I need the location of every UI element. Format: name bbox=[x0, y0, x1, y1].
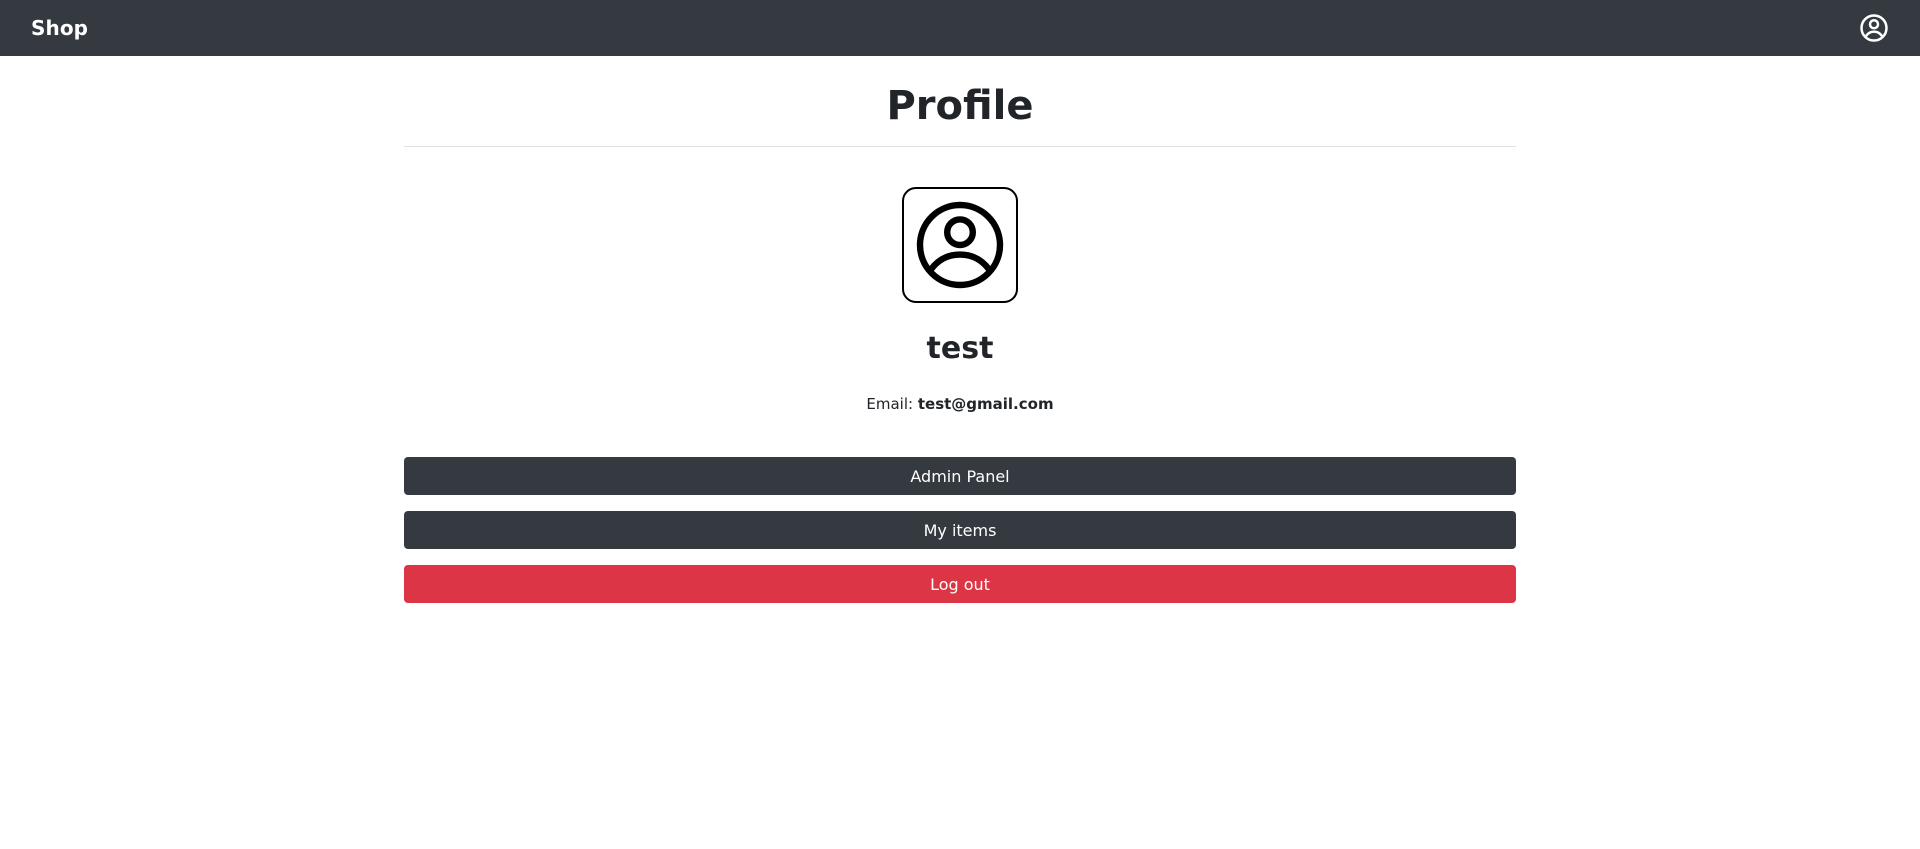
admin-panel-button[interactable]: Admin Panel bbox=[404, 457, 1516, 495]
my-items-button[interactable]: My items bbox=[404, 511, 1516, 549]
log-out-button[interactable]: Log out bbox=[404, 565, 1516, 603]
username: test bbox=[926, 331, 994, 366]
title-divider bbox=[404, 146, 1516, 147]
profile-actions: Admin Panel My items Log out bbox=[404, 457, 1516, 603]
user-account-icon[interactable] bbox=[1858, 12, 1890, 44]
user-circle-icon bbox=[916, 201, 1004, 289]
email-line: Email: test@gmail.com bbox=[404, 395, 1516, 413]
brand-link[interactable]: Shop bbox=[31, 16, 88, 40]
profile-container: Profile test Email: test@gmail.com Admin… bbox=[404, 56, 1516, 603]
page-title: Profile bbox=[886, 83, 1034, 129]
avatar-wrapper bbox=[404, 187, 1516, 303]
email-value: test@gmail.com bbox=[917, 395, 1054, 413]
email-label: Email: bbox=[866, 395, 918, 413]
avatar bbox=[902, 187, 1018, 303]
top-navbar: Shop bbox=[0, 0, 1920, 56]
